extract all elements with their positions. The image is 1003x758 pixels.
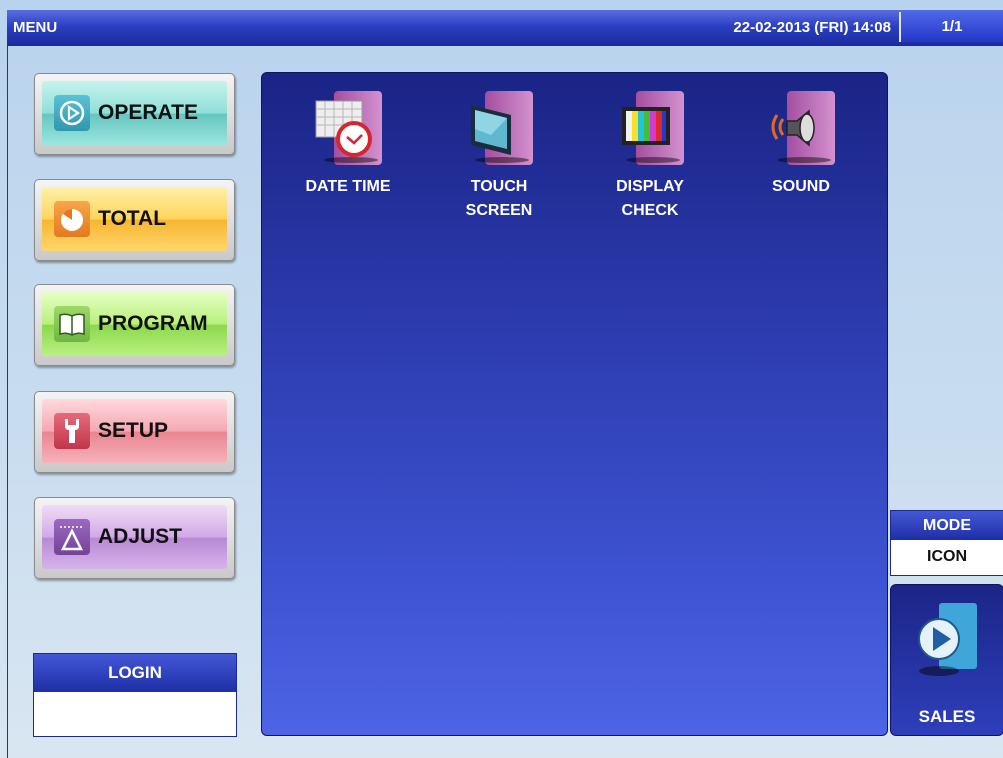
sidebar-item-operate[interactable]: OPERATE xyxy=(34,73,235,155)
sidebar-item-face: TOTAL xyxy=(42,187,227,251)
calendar-clock-icon xyxy=(314,91,382,167)
sidebar-item-setup[interactable]: SETUP xyxy=(34,391,235,473)
menu-item-label-line2: CHECK xyxy=(621,202,679,219)
sidebar-item-label: SETUP xyxy=(98,419,169,442)
pie-chart-icon xyxy=(54,201,90,237)
display-check-icon xyxy=(616,91,684,167)
sidebar-item-face: OPERATE xyxy=(42,81,227,145)
sidebar-item-face: PROGRAM xyxy=(42,292,227,356)
sales-button[interactable]: SALES xyxy=(890,584,1003,736)
login-field[interactable] xyxy=(34,692,236,735)
menu-item-label: DATE TIME xyxy=(283,175,413,199)
header-title: MENU xyxy=(13,19,58,36)
sidebar-item-label: ADJUST xyxy=(98,525,183,548)
menu-item-label-line1: TOUCH xyxy=(470,178,528,195)
sidebar-item-face: ADJUST xyxy=(42,505,227,569)
menu-item-date-time[interactable]: DATE TIME xyxy=(283,91,413,199)
login-box[interactable]: LOGIN xyxy=(33,653,237,737)
login-label: LOGIN xyxy=(34,654,236,692)
scale-weight-icon xyxy=(54,519,90,555)
sales-label: SALES xyxy=(918,707,976,726)
touch-screen-icon xyxy=(465,91,533,167)
mode-value[interactable]: ICON xyxy=(891,540,1003,574)
menu-item-display-check[interactable]: DISPLAY CHECK xyxy=(585,91,715,223)
sidebar-item-label: TOTAL xyxy=(98,207,167,230)
sidebar-item-program[interactable]: PROGRAM xyxy=(34,284,235,366)
sidebar-item-face: SETUP xyxy=(42,399,227,463)
play-arrow-icon xyxy=(917,599,979,685)
sidebar-item-label: PROGRAM xyxy=(98,312,208,335)
menu-item-label-line1: DISPLAY xyxy=(616,178,684,195)
menu-item-label: SOUND xyxy=(736,175,866,199)
speaker-icon xyxy=(767,91,835,167)
sidebar-item-adjust[interactable]: ADJUST xyxy=(34,497,235,579)
mode-box[interactable]: MODE ICON xyxy=(890,510,1003,576)
menu-item-label-line2: SCREEN xyxy=(465,202,533,219)
header-bar: MENU 22-02-2013 (FRI) 14:08 1/1 xyxy=(7,10,1003,46)
book-icon xyxy=(54,306,90,342)
page-indicator: 1/1 xyxy=(899,12,1003,42)
menu-item-sound[interactable]: SOUND xyxy=(736,91,866,199)
menu-item-label-line1: DATE TIME xyxy=(305,178,391,195)
play-circle-icon xyxy=(54,95,90,131)
wrench-icon xyxy=(54,413,90,449)
sidebar-item-total[interactable]: TOTAL xyxy=(34,179,235,261)
menu-item-label-line1: SOUND xyxy=(772,178,830,195)
left-frame-line xyxy=(7,46,8,758)
menu-panel: DATE TIME TOUCH SCREEN DISPLAY CHECK SOU… xyxy=(261,72,888,736)
menu-item-label: DISPLAY CHECK xyxy=(585,175,715,223)
menu-item-touch-screen[interactable]: TOUCH SCREEN xyxy=(434,91,564,223)
mode-label: MODE xyxy=(891,511,1003,540)
menu-item-label: TOUCH SCREEN xyxy=(434,175,564,223)
header-datetime: 22-02-2013 (FRI) 14:08 xyxy=(733,19,891,36)
sidebar-item-label: OPERATE xyxy=(98,101,198,124)
